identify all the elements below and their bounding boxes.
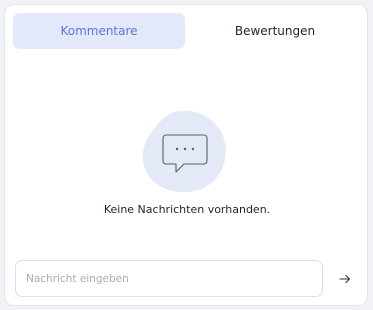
chat-bubble-icon (142, 110, 226, 193)
send-button[interactable] (335, 269, 355, 289)
empty-state-message: Keine Nachrichten vorhanden. (103, 203, 271, 216)
tab-bar: Kommentare Bewertungen (13, 13, 361, 49)
empty-state: Keine Nachrichten vorhanden. (5, 105, 369, 225)
arrow-right-icon (339, 274, 351, 284)
comments-panel: Kommentare Bewertungen Keine Nachrichten… (4, 4, 368, 306)
message-composer (15, 260, 361, 298)
message-input[interactable] (15, 260, 323, 297)
tab-bewertungen[interactable]: Bewertungen (189, 13, 361, 49)
tab-kommentare[interactable]: Kommentare (13, 13, 185, 49)
